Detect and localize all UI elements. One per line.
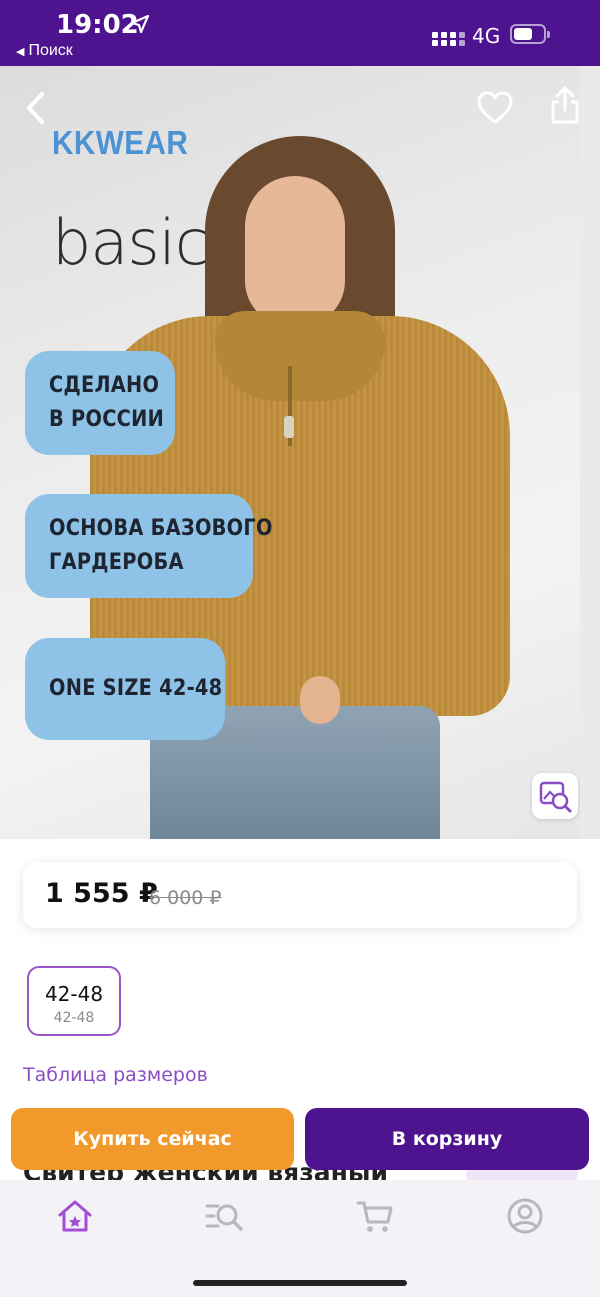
size-table-link[interactable]: Таблица размеров xyxy=(23,1064,208,1086)
badge-line: ОСНОВА БАЗОВОГО xyxy=(49,516,273,541)
status-time: 19:02 xyxy=(56,10,139,40)
old-price: 6 000 ₽ xyxy=(149,887,222,909)
cart-icon[interactable] xyxy=(355,1196,395,1236)
size-option-selected[interactable]: 42-48 42-48 xyxy=(27,966,121,1036)
home-icon[interactable] xyxy=(55,1196,95,1236)
model-zipper-pull xyxy=(284,416,294,438)
status-back-link[interactable]: ◀ Поиск xyxy=(16,42,73,60)
badge-line: ONE SIZE 42-48 xyxy=(49,676,223,701)
buy-now-button[interactable]: Купить сейчас xyxy=(11,1108,294,1170)
feature-badge-made-in-russia: СДЕЛАНО В РОССИИ xyxy=(25,351,175,455)
share-icon[interactable] xyxy=(548,84,580,126)
bottom-tab-bar xyxy=(0,1180,600,1297)
signal-icon xyxy=(432,26,465,46)
home-indicator xyxy=(193,1280,407,1286)
network-type: 4G xyxy=(472,24,501,48)
model-collar xyxy=(215,311,385,401)
image-search-icon xyxy=(539,781,572,813)
status-bar: 19:02 ◀ Поиск 4G xyxy=(0,0,600,66)
size-sublabel: 42-48 xyxy=(53,1010,95,1026)
feature-badge-one-size: ONE SIZE 42-48 xyxy=(25,638,225,740)
current-price: 1 555 ₽ xyxy=(45,878,158,909)
visual-search-button[interactable] xyxy=(532,773,578,819)
size-label: 42-48 xyxy=(44,982,104,1006)
badge-line: ГАРДЕРОБА xyxy=(49,550,184,575)
battery-icon xyxy=(510,24,550,44)
product-image[interactable]: KKWEAR basic СДЕЛАНО В РОССИИ ОСНОВА БАЗ… xyxy=(0,66,580,839)
brand-logo: KKWEAR xyxy=(52,124,189,161)
badge-line: СДЕЛАНО xyxy=(49,373,160,398)
chevron-left-icon[interactable] xyxy=(22,90,50,126)
model-hand xyxy=(300,676,340,724)
profile-icon[interactable] xyxy=(505,1196,545,1236)
back-triangle-icon: ◀ xyxy=(16,46,25,58)
feature-badge-basic-wardrobe: ОСНОВА БАЗОВОГО ГАРДЕРОБА xyxy=(25,494,273,598)
heart-icon[interactable] xyxy=(476,90,514,126)
badge-line: В РОССИИ xyxy=(49,407,165,432)
location-arrow-icon xyxy=(130,14,150,34)
collection-title: basic xyxy=(52,206,209,279)
price-card: 1 555 ₽ 6 000 ₽ xyxy=(23,862,577,928)
image-carousel-edge xyxy=(580,66,600,839)
status-back-label: Поиск xyxy=(28,42,73,59)
model-face xyxy=(245,176,345,326)
catalog-search-icon[interactable] xyxy=(204,1196,244,1236)
add-to-cart-button[interactable]: В корзину xyxy=(305,1108,589,1170)
